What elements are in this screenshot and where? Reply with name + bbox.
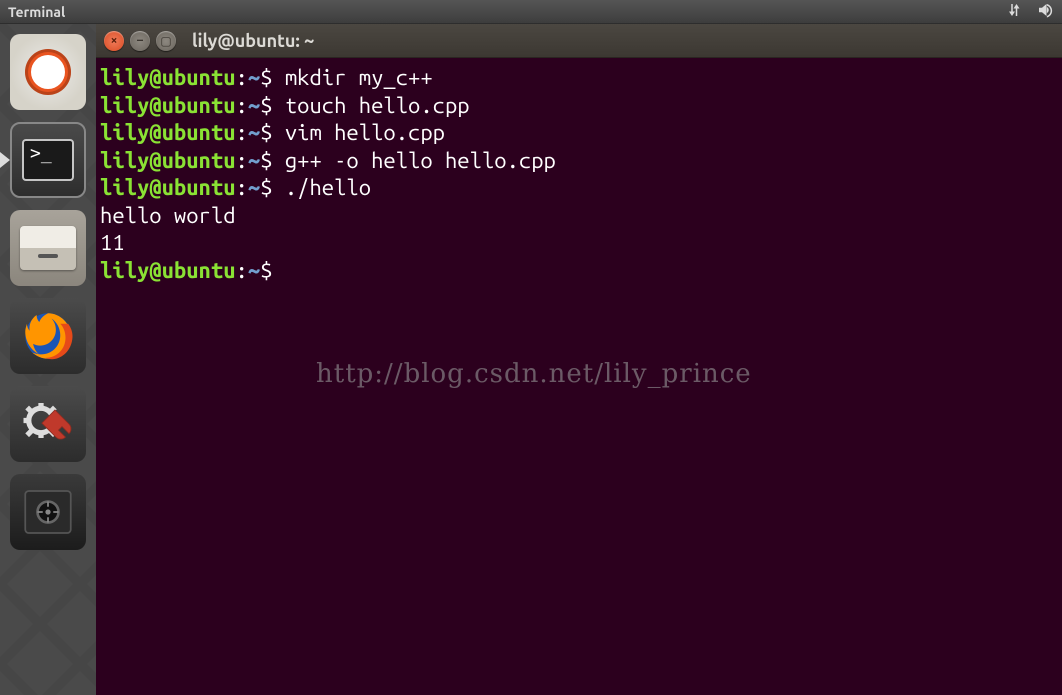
terminal-viewport[interactable]: http://blog.csdn.net/lily_prince lily@ub… (96, 58, 1062, 695)
window-maximize-button[interactable]: ▢ (156, 31, 176, 51)
top-panel: Terminal (0, 0, 1062, 24)
gear-wrench-icon (20, 396, 76, 452)
terminal-prompt-line: lily@ubuntu:~$ mkdir my_c++ (100, 64, 1058, 92)
launcher-terminal[interactable]: >_ (10, 122, 86, 198)
window-minimize-button[interactable]: – (130, 31, 150, 51)
window-titlebar[interactable]: × – ▢ lily@ubuntu: ~ (96, 24, 1062, 58)
terminal-window: × – ▢ lily@ubuntu: ~ http://blog.csdn.ne… (96, 24, 1062, 695)
launcher-dash-home[interactable] (10, 34, 86, 110)
network-icon[interactable] (1006, 1, 1024, 22)
files-icon (20, 226, 76, 270)
terminal-icon: >_ (22, 139, 74, 181)
volume-icon[interactable] (1036, 1, 1054, 22)
launcher-system-settings[interactable] (10, 386, 86, 462)
safe-icon (20, 484, 76, 540)
launcher-backup[interactable] (10, 474, 86, 550)
firefox-icon (20, 308, 76, 364)
terminal-prompt-line: lily@ubuntu:~$ g++ -o hello hello.cpp (100, 147, 1058, 175)
terminal-prompt-line: lily@ubuntu:~$ (100, 257, 1058, 285)
terminal-output-line: hello world (100, 202, 1058, 230)
system-tray (1006, 1, 1054, 22)
ubuntu-logo-icon (25, 49, 71, 95)
terminal-prompt-line: lily@ubuntu:~$ vim hello.cpp (100, 119, 1058, 147)
window-title: lily@ubuntu: ~ (192, 31, 314, 51)
window-close-button[interactable]: × (104, 31, 124, 51)
terminal-prompt-line: lily@ubuntu:~$ touch hello.cpp (100, 92, 1058, 120)
panel-title: Terminal (8, 4, 1006, 20)
unity-launcher: >_ (0, 24, 96, 695)
launcher-files[interactable] (10, 210, 86, 286)
terminal-output-line: 11 (100, 229, 1058, 257)
watermark-text: http://blog.csdn.net/lily_prince (316, 358, 752, 391)
launcher-firefox[interactable] (10, 298, 86, 374)
terminal-prompt-line: lily@ubuntu:~$ ./hello (100, 174, 1058, 202)
